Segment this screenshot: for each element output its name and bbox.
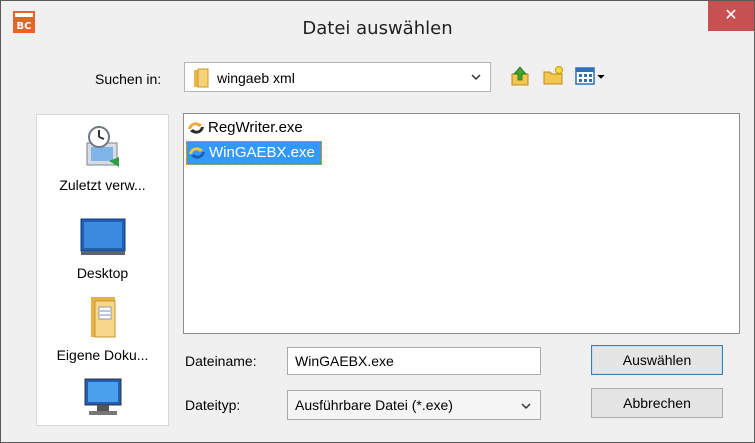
chevron-down-icon <box>521 403 531 410</box>
look-in-dropdown[interactable]: wingaeb xml <box>184 62 491 92</box>
places-bar: Zuletzt verw... Desktop Eigene Doku... <box>36 114 169 426</box>
cancel-button[interactable]: Abbrechen <box>591 388 723 418</box>
new-folder-icon[interactable] <box>542 65 564 87</box>
file-list[interactable]: RegWriter.exe WinGAEBX.exe <box>183 113 740 334</box>
look-in-value: wingaeb xml <box>217 70 295 86</box>
place-label: Zuletzt verw... <box>59 177 146 193</box>
place-label: Eigene Doku... <box>56 347 149 363</box>
computer-icon <box>84 378 122 415</box>
chevron-down-icon <box>471 74 481 81</box>
place-documents[interactable]: Eigene Doku... <box>37 293 168 365</box>
close-button[interactable]: ✕ <box>708 1 754 31</box>
folder-icon <box>194 68 209 88</box>
place-computer[interactable] <box>37 375 168 425</box>
look-in-label: Suchen in: <box>95 71 162 87</box>
documents-folder-icon <box>91 297 116 338</box>
view-menu-icon[interactable] <box>574 65 608 87</box>
filetype-value: Ausführbare Datei (*.exe) <box>295 397 453 413</box>
file-open-dialog: BC Datei auswählen ✕ Suchen in: wingaeb … <box>0 0 755 443</box>
filename-label: Dateiname: <box>185 353 257 369</box>
select-button[interactable]: Auswählen <box>591 345 723 375</box>
place-recent[interactable]: Zuletzt verw... <box>37 123 168 195</box>
place-desktop[interactable]: Desktop <box>37 213 168 285</box>
application-icon <box>188 122 204 134</box>
file-name: RegWriter.exe <box>208 119 303 136</box>
title-bar[interactable]: BC Datei auswählen ✕ <box>1 1 754 48</box>
filetype-select[interactable]: Ausführbare Datei (*.exe) <box>287 390 541 420</box>
window-title: Datei auswählen <box>302 18 453 39</box>
place-label: Desktop <box>76 265 129 281</box>
application-icon <box>189 147 205 159</box>
file-name: WinGAEBX.exe <box>209 144 315 161</box>
file-item-wingaebx[interactable]: WinGAEBX.exe <box>186 141 322 165</box>
file-item-regwriter[interactable]: RegWriter.exe <box>186 117 340 139</box>
recent-places-icon <box>86 126 119 167</box>
filename-input[interactable]: WinGAEBX.exe <box>287 347 541 375</box>
filetype-label: Dateityp: <box>185 397 241 413</box>
up-folder-icon[interactable] <box>509 65 531 87</box>
desktop-icon <box>80 218 126 255</box>
